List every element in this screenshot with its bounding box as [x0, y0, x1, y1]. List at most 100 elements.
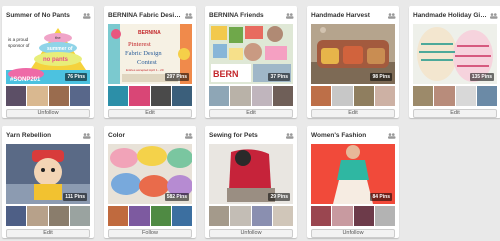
svg-text:is a proud: is a proud — [8, 37, 29, 42]
thumbnail[interactable] — [129, 206, 150, 226]
board-cover-image[interactable]: BERN 37 Pins — [209, 24, 293, 84]
board-cover-image[interactable]: BERNINA Pinterest Fabric Design Contest … — [108, 24, 192, 84]
thumbnail[interactable] — [209, 206, 230, 226]
svg-text:the: the — [55, 35, 61, 40]
thumbnail[interactable] — [230, 86, 251, 106]
group-board-icon — [388, 13, 396, 19]
thumbnail[interactable] — [353, 86, 374, 106]
pin-count-badge: 29 Pins — [268, 193, 290, 201]
thumbnail[interactable] — [353, 206, 374, 226]
group-board-icon — [185, 13, 193, 19]
svg-text:Contest: Contest — [137, 59, 157, 66]
board-yarn-rebellion[interactable]: Yarn Rebellion 111 Pins Edit — [2, 126, 94, 238]
svg-text:Fabric Design: Fabric Design — [125, 50, 162, 57]
group-board-icon — [388, 133, 396, 139]
pin-count-badge: 582 Pins — [164, 193, 189, 201]
board-title[interactable]: Handmade Holiday Gifts — [413, 11, 487, 21]
board-cover-image[interactable]: 84 Pins — [311, 144, 395, 204]
board-thumbnails — [6, 206, 90, 226]
pin-count-badge: 37 Pins — [268, 73, 290, 81]
board-title[interactable]: BERNINA Fabric Design C... — [108, 11, 182, 21]
board-handmade-harvest[interactable]: Handmade Harvest 98 Pins Edit — [307, 6, 399, 118]
board-title[interactable]: Summer of No Pants — [6, 11, 80, 21]
board-summer-of-no-pants[interactable]: Summer of No Pants is a proud sponsor of… — [2, 6, 94, 118]
unfollow-button[interactable]: Unfollow — [209, 229, 293, 238]
thumbnail[interactable] — [272, 86, 293, 106]
board-thumbnails — [6, 86, 90, 106]
svg-text:summer of: summer of — [47, 46, 73, 52]
thumbnail[interactable] — [69, 206, 90, 226]
thumbnail[interactable] — [476, 86, 497, 106]
board-title[interactable]: Women's Fashion — [311, 131, 385, 141]
board-thumbnails — [108, 86, 192, 106]
thumbnail[interactable] — [48, 206, 69, 226]
thumbnail[interactable] — [27, 206, 48, 226]
group-board-icon — [286, 13, 294, 19]
thumbnail[interactable] — [374, 206, 395, 226]
board-bernina-friends[interactable]: BERNINA Friends BERN 37 Pins Edit — [205, 6, 297, 118]
thumbnail[interactable] — [209, 86, 230, 106]
board-cover-image[interactable]: 582 Pins — [108, 144, 192, 204]
group-board-icon — [490, 13, 498, 19]
pin-count-badge: 135 Pins — [469, 73, 494, 81]
svg-text:#SONP201: #SONP201 — [10, 77, 41, 83]
thumbnail[interactable] — [6, 206, 27, 226]
thumbnail[interactable] — [434, 86, 455, 106]
thumbnail[interactable] — [311, 86, 332, 106]
edit-button[interactable]: Edit — [209, 109, 293, 118]
pin-count-badge: 84 Pins — [370, 193, 392, 201]
thumbnail[interactable] — [108, 86, 129, 106]
thumbnail[interactable] — [251, 86, 272, 106]
board-color[interactable]: Color 582 Pins Follow — [104, 126, 196, 238]
board-thumbnails — [311, 86, 395, 106]
board-title[interactable]: Handmade Harvest — [311, 11, 385, 21]
follow-button[interactable]: Follow — [108, 229, 192, 238]
thumbnail[interactable] — [374, 86, 395, 106]
board-sewing-for-pets[interactable]: Sewing for Pets 29 Pins Unfollow — [205, 126, 297, 238]
group-board-icon — [185, 133, 193, 139]
board-thumbnails — [209, 206, 293, 226]
board-womens-fashion[interactable]: Women's Fashion 84 Pins Unfollow — [307, 126, 399, 238]
board-cover-image[interactable]: 135 Pins — [413, 24, 497, 84]
board-title[interactable]: Color — [108, 131, 182, 141]
empty-grid-slot — [409, 126, 500, 241]
pin-count-badge: 297 Pins — [164, 73, 189, 81]
board-cover-image[interactable]: 111 Pins — [6, 144, 90, 204]
thumbnail[interactable] — [69, 86, 90, 106]
thumbnail[interactable] — [171, 206, 192, 226]
board-title[interactable]: BERNINA Friends — [209, 11, 283, 21]
svg-text:sponsor of: sponsor of — [8, 43, 30, 48]
board-cover-image[interactable]: is a proud sponsor of the summer of no p… — [6, 24, 90, 84]
thumbnail[interactable] — [251, 206, 272, 226]
thumbnail[interactable] — [272, 206, 293, 226]
svg-text:BERNINA: BERNINA — [138, 30, 161, 36]
thumbnail[interactable] — [230, 206, 251, 226]
unfollow-button[interactable]: Unfollow — [311, 229, 395, 238]
edit-button[interactable]: Edit — [413, 109, 497, 118]
edit-button[interactable]: Edit — [6, 229, 90, 238]
board-thumbnails — [311, 206, 395, 226]
thumbnail[interactable] — [413, 86, 434, 106]
thumbnail[interactable] — [6, 86, 27, 106]
thumbnail[interactable] — [150, 206, 171, 226]
board-cover-image[interactable]: 29 Pins — [209, 144, 293, 204]
board-title[interactable]: Sewing for Pets — [209, 131, 283, 141]
thumbnail[interactable] — [311, 206, 332, 226]
thumbnail[interactable] — [455, 86, 476, 106]
board-handmade-holiday-gifts[interactable]: Handmade Holiday Gifts 135 Pins Edit — [409, 6, 500, 118]
board-cover-image[interactable]: 98 Pins — [311, 24, 395, 84]
thumbnail[interactable] — [108, 206, 129, 226]
board-bernina-fabric-design[interactable]: BERNINA Fabric Design C... BERNINA Pinte… — [104, 6, 196, 118]
thumbnail[interactable] — [171, 86, 192, 106]
board-thumbnails — [108, 206, 192, 226]
edit-button[interactable]: Edit — [311, 109, 395, 118]
thumbnail[interactable] — [129, 86, 150, 106]
thumbnail[interactable] — [150, 86, 171, 106]
edit-button[interactable]: Edit — [108, 109, 192, 118]
thumbnail[interactable] — [332, 86, 353, 106]
unfollow-button[interactable]: Unfollow — [6, 109, 90, 118]
thumbnail[interactable] — [27, 86, 48, 106]
thumbnail[interactable] — [48, 86, 69, 106]
thumbnail[interactable] — [332, 206, 353, 226]
board-title[interactable]: Yarn Rebellion — [6, 131, 80, 141]
